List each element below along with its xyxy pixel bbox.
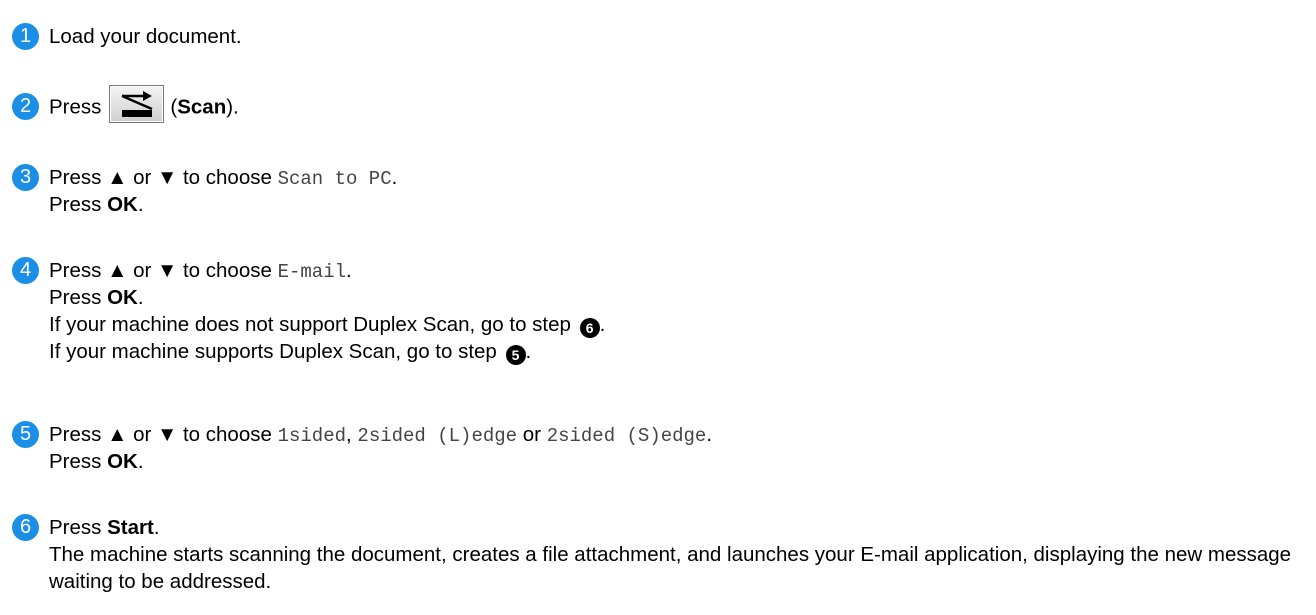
menu-option: 1sided — [277, 425, 347, 447]
menu-option: 2sided (S)edge — [546, 425, 707, 447]
step-number: 4 — [12, 257, 39, 284]
scan-key-name: Scan — [177, 95, 227, 119]
step-number: 6 — [12, 514, 39, 541]
start-key: Start — [107, 516, 154, 539]
instruction-text: Press ▲ or ▼ to choose — [49, 166, 272, 189]
ok-key: OK — [107, 450, 138, 473]
document-page: 1 Load your document. 2 Press (Scan). 3 P… — [0, 0, 1316, 615]
step-text: Load your document. — [49, 25, 242, 48]
menu-option: 2sided (L)edge — [357, 425, 518, 447]
ok-key: OK — [107, 286, 138, 309]
instruction-text: Press ▲ or ▼ to choose — [49, 259, 272, 282]
step-reference: 5 — [505, 345, 526, 365]
step-number: 5 — [12, 421, 39, 448]
step-number: 2 — [12, 93, 39, 120]
note-text: If your machine supports Duplex Scan, go… — [49, 340, 497, 363]
note-text: If your machine does not support Duplex … — [49, 313, 571, 336]
step-reference: 6 — [579, 318, 600, 338]
step-number: 1 — [12, 23, 39, 50]
instruction-text: Press ▲ or ▼ to choose — [49, 423, 272, 446]
ok-key: OK — [107, 193, 138, 216]
scan-tray-icon — [121, 91, 153, 117]
press-label: Press — [49, 95, 102, 119]
menu-option: Scan to PC — [277, 168, 392, 190]
step-description: The machine starts scanning the document… — [49, 543, 1292, 593]
menu-option: E-mail — [277, 261, 347, 283]
step-number: 3 — [12, 164, 39, 191]
scan-key-button — [109, 85, 165, 123]
